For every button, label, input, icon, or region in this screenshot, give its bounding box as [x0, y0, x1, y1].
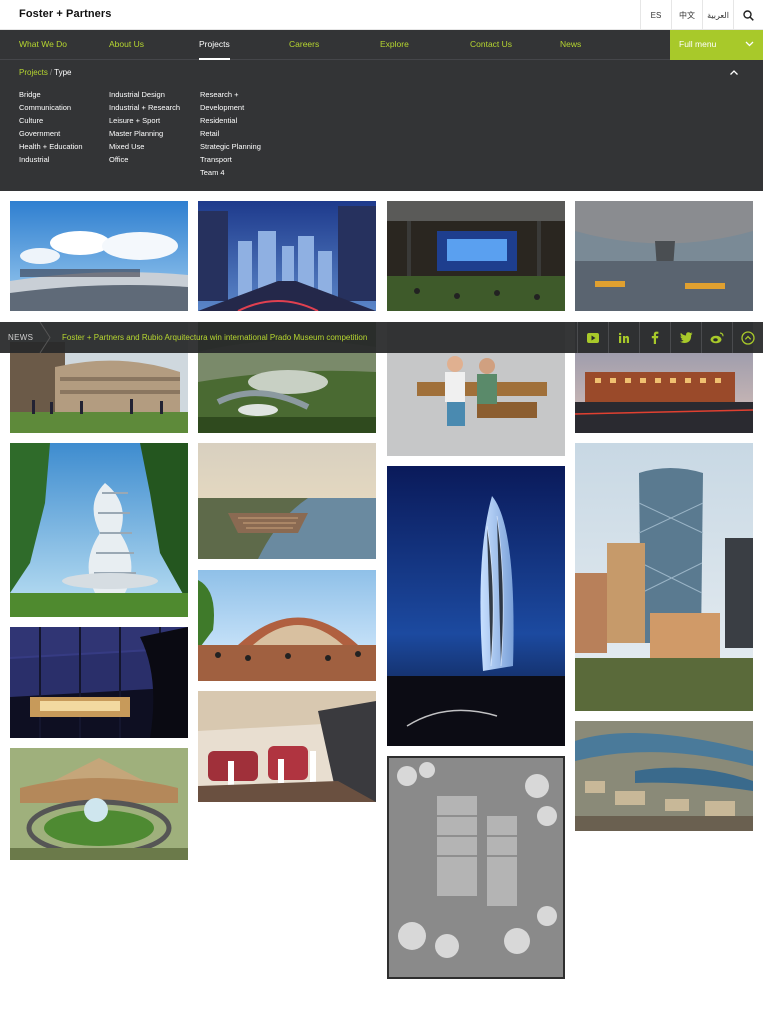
project-thumbnail-tower-forest[interactable]: [10, 443, 188, 617]
nav-about-us[interactable]: About Us: [109, 39, 144, 49]
projects-mega-menu: Projects / Type Bridge Communication Cultu…: [0, 60, 763, 191]
type-mixed-use[interactable]: Mixed Use: [109, 140, 180, 153]
type-office[interactable]: Office: [109, 153, 180, 166]
linkedin-link[interactable]: [608, 322, 639, 353]
weibo-link[interactable]: [701, 322, 732, 353]
breadcrumb-projects[interactable]: Projects: [19, 68, 48, 77]
type-government[interactable]: Government: [19, 127, 83, 140]
type-research-development-line1[interactable]: Research +: [200, 88, 261, 101]
search-icon: [743, 9, 754, 21]
logo[interactable]: Foster + Partners: [19, 8, 112, 20]
youtube-link[interactable]: [577, 322, 608, 353]
nav-contact-us[interactable]: Contact Us: [470, 39, 512, 49]
lang-zh[interactable]: 中文: [671, 0, 702, 30]
project-thumbnail-lounge-interior[interactable]: [198, 691, 376, 802]
project-image: [10, 201, 188, 311]
project-image: [575, 721, 753, 831]
nav-explore[interactable]: Explore: [380, 39, 409, 49]
project-image: [387, 756, 565, 979]
project-image: [10, 443, 188, 617]
nav-what-we-do[interactable]: What We Do: [19, 39, 67, 49]
breadcrumb-separator: /: [49, 68, 53, 77]
type-industrial[interactable]: Industrial: [19, 153, 83, 166]
project-thumbnail-river-city[interactable]: [575, 721, 753, 831]
project-image: [198, 691, 376, 802]
chevron-up-icon[interactable]: [729, 68, 739, 78]
news-headline[interactable]: Foster + Partners and Rubio Arquitectura…: [62, 333, 367, 342]
facebook-icon: [651, 331, 659, 344]
project-thumbnail-tower-night[interactable]: [387, 466, 565, 746]
full-menu-button[interactable]: Full menu: [670, 30, 763, 60]
project-thumbnail-airport[interactable]: [10, 748, 188, 860]
project-thumbnail-outdoor-theatre[interactable]: [387, 201, 565, 311]
project-image: [198, 570, 376, 681]
scroll-up-icon: [741, 330, 755, 345]
main-nav: What We Do About Us Projects Careers Exp…: [0, 30, 763, 60]
type-research-development-line2[interactable]: Development: [200, 101, 261, 114]
type-industrial-design[interactable]: Industrial Design: [109, 88, 180, 101]
type-bridge[interactable]: Bridge: [19, 88, 83, 101]
project-image: [387, 466, 565, 746]
type-industrial-research[interactable]: Industrial + Research: [109, 101, 180, 114]
facebook-link[interactable]: [639, 322, 670, 353]
project-thumbnail-market-pavilion[interactable]: [198, 570, 376, 681]
type-team-4[interactable]: Team 4: [200, 166, 261, 179]
project-thumbnail-coastal-city[interactable]: [198, 443, 376, 559]
project-image: [575, 443, 753, 711]
chevron-down-icon: [745, 41, 754, 47]
nav-careers[interactable]: Careers: [289, 39, 319, 49]
project-thumbnail-city-night[interactable]: [198, 201, 376, 311]
type-leisure-sport[interactable]: Leisure + Sport: [109, 114, 180, 127]
nav-projects[interactable]: Projects: [199, 39, 230, 49]
project-thumbnail-canopy-station[interactable]: [575, 201, 753, 311]
news-ticker: NEWS Foster + Partners and Rubio Arquite…: [0, 322, 763, 353]
search-button[interactable]: [733, 0, 763, 30]
type-column-1: Bridge Communication Culture Government …: [19, 88, 83, 166]
scroll-up-button[interactable]: [732, 322, 763, 353]
type-strategic-planning[interactable]: Strategic Planning: [200, 140, 261, 153]
breadcrumb-type: Type: [54, 68, 72, 77]
language-switcher: ES 中文 العربية: [640, 0, 763, 30]
weibo-icon: [710, 331, 724, 343]
type-culture[interactable]: Culture: [19, 114, 83, 127]
youtube-icon: [587, 332, 599, 343]
twitter-icon: [679, 332, 692, 343]
type-retail[interactable]: Retail: [200, 127, 261, 140]
project-thumbnail-bridge[interactable]: [10, 201, 188, 311]
project-thumbnail-model[interactable]: [387, 756, 565, 979]
full-menu-label: Full menu: [679, 39, 717, 49]
linkedin-icon: [618, 332, 629, 343]
project-image: [575, 201, 753, 311]
project-image: [10, 748, 188, 860]
type-column-3: Research + Development Residential Retai…: [200, 88, 261, 179]
type-column-2: Industrial Design Industrial + Research …: [109, 88, 180, 166]
type-transport[interactable]: Transport: [200, 153, 261, 166]
type-residential[interactable]: Residential: [200, 114, 261, 127]
top-bar: Foster + Partners ES 中文 العربية: [0, 0, 763, 30]
ticker-divider-icon: [39, 322, 51, 353]
news-label: NEWS: [8, 333, 34, 342]
breadcrumb: Projects / Type: [19, 68, 71, 77]
type-communication[interactable]: Communication: [19, 101, 83, 114]
project-thumbnail-glass-house[interactable]: [10, 627, 188, 738]
project-image: [198, 443, 376, 559]
lang-es[interactable]: ES: [640, 0, 671, 30]
lang-ar[interactable]: العربية: [702, 0, 733, 30]
project-image: [387, 201, 565, 311]
twitter-link[interactable]: [670, 322, 701, 353]
type-health-education[interactable]: Health + Education: [19, 140, 83, 153]
project-thumbnail-skyscraper[interactable]: [575, 443, 753, 711]
nav-news[interactable]: News: [560, 39, 581, 49]
project-image: [198, 201, 376, 311]
type-master-planning[interactable]: Master Planning: [109, 127, 180, 140]
project-image: [10, 627, 188, 738]
